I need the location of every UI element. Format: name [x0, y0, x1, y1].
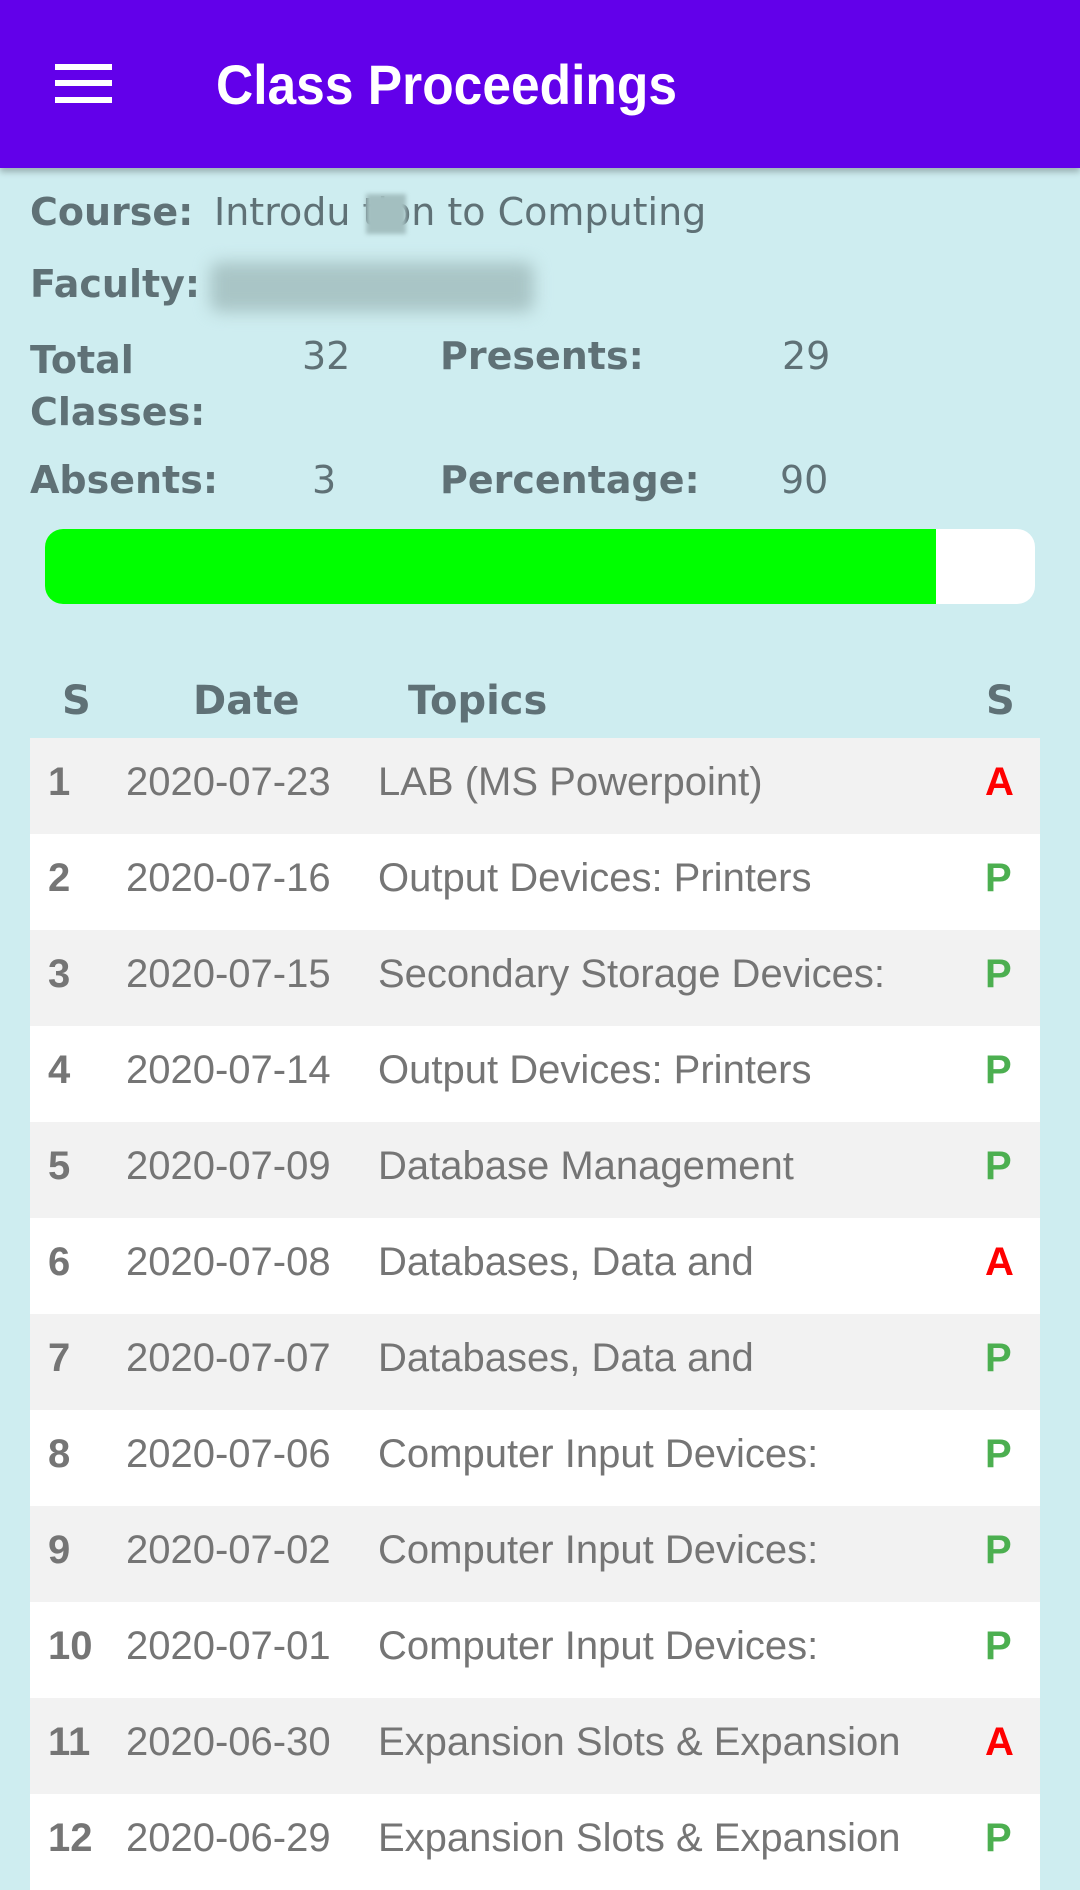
class-date: 2020-07-02 [126, 1528, 331, 1572]
class-date: 2020-07-15 [126, 952, 331, 996]
serial-number: 9 [48, 1528, 71, 1572]
total-classes-label: Total Classes: [30, 338, 206, 434]
course-value: Introdu tion to Computing [214, 190, 707, 234]
serial-number: 10 [48, 1624, 93, 1668]
class-date: 2020-07-01 [126, 1624, 331, 1668]
absents-value: 3 [312, 458, 337, 502]
table-row[interactable]: 8 2020-07-06 Computer Input Devices: P [30, 1410, 1040, 1506]
class-topic: Output Devices: Printers [378, 856, 812, 900]
class-date: 2020-07-07 [126, 1336, 331, 1380]
class-topic: Databases, Data and [378, 1240, 754, 1284]
attendance-status: A [985, 1720, 1014, 1764]
table-row[interactable]: 5 2020-07-09 Database Management P [30, 1122, 1040, 1218]
attendance-status: P [985, 1432, 1012, 1476]
header-status: S [986, 678, 1015, 724]
attendance-status: A [985, 1240, 1014, 1284]
table-row[interactable]: 2 2020-07-16 Output Devices: Printers P [30, 834, 1040, 930]
header-serial: S [62, 678, 91, 724]
total-classes-value: 32 [302, 334, 351, 378]
serial-number: 1 [48, 760, 71, 804]
attendance-status: P [985, 1336, 1012, 1380]
class-date: 2020-07-23 [126, 760, 331, 804]
class-date: 2020-07-09 [126, 1144, 331, 1188]
class-topic: Secondary Storage Devices: [378, 952, 885, 996]
serial-number: 6 [48, 1240, 71, 1284]
attendance-status: P [985, 1144, 1012, 1188]
class-topic: LAB (MS Powerpoint) [378, 760, 763, 804]
attendance-status: P [985, 1816, 1012, 1860]
class-topic: Expansion Slots & Expansion [378, 1816, 901, 1860]
attendance-status: P [985, 856, 1012, 900]
serial-number: 8 [48, 1432, 71, 1476]
attendance-status: P [985, 1048, 1012, 1092]
progress-fill [45, 529, 936, 604]
percentage-label: Percentage: [440, 458, 700, 502]
table-row[interactable]: 4 2020-07-14 Output Devices: Printers P [30, 1026, 1040, 1122]
table-row[interactable]: 3 2020-07-15 Secondary Storage Devices: P [30, 930, 1040, 1026]
table-row[interactable]: 12 2020-06-29 Expansion Slots & Expansion P [30, 1794, 1040, 1890]
menu-line [55, 97, 112, 103]
table-row[interactable]: 7 2020-07-07 Databases, Data and P [30, 1314, 1040, 1410]
header-topics: Topics [408, 678, 548, 724]
serial-number: 11 [48, 1720, 91, 1764]
app-bar: Class Proceedings [0, 0, 1080, 168]
serial-number: 12 [48, 1816, 93, 1860]
presents-label: Presents: [440, 334, 644, 378]
presents-value: 29 [782, 334, 831, 378]
class-topic: Computer Input Devices: [378, 1624, 819, 1668]
class-date: 2020-06-29 [126, 1816, 331, 1860]
header-date: Date [193, 678, 300, 724]
class-topic: Expansion Slots & Expansion [378, 1720, 901, 1764]
class-topic: Databases, Data and [378, 1336, 754, 1380]
faculty-value-blurred [210, 262, 534, 312]
serial-number: 3 [48, 952, 71, 996]
serial-number: 5 [48, 1144, 71, 1188]
class-topic: Computer Input Devices: [378, 1528, 819, 1572]
absents-label: Absents: [30, 458, 219, 502]
class-topic: Computer Input Devices: [378, 1432, 819, 1476]
serial-number: 2 [48, 856, 71, 900]
table-header: S Date Topics S [0, 670, 1080, 736]
percentage-value: 90 [780, 458, 829, 502]
table-row[interactable]: 1 2020-07-23 LAB (MS Powerpoint) A [30, 738, 1040, 834]
menu-line [55, 64, 112, 70]
table-row[interactable]: 9 2020-07-02 Computer Input Devices: P [30, 1506, 1040, 1602]
class-date: 2020-06-30 [126, 1720, 331, 1764]
hamburger-menu-icon[interactable] [40, 52, 128, 116]
faculty-label: Faculty: [30, 262, 201, 306]
redacted-text [366, 194, 406, 234]
page-title: Class Proceedings [216, 53, 678, 116]
attendance-table: 1 2020-07-23 LAB (MS Powerpoint) A 2 2020-07-… [30, 738, 1040, 1890]
attendance-progress-bar [45, 529, 1035, 604]
class-topic: Output Devices: Printers [378, 1048, 812, 1092]
serial-number: 7 [48, 1336, 71, 1380]
class-topic: Database Management [378, 1144, 794, 1188]
table-row[interactable]: 11 2020-06-30 Expansion Slots & Expansion A [30, 1698, 1040, 1794]
table-row[interactable]: 6 2020-07-08 Databases, Data and A [30, 1218, 1040, 1314]
class-date: 2020-07-08 [126, 1240, 331, 1284]
class-date: 2020-07-14 [126, 1048, 331, 1092]
attendance-status: A [985, 760, 1014, 804]
attendance-status: P [985, 1528, 1012, 1572]
table-row[interactable]: 10 2020-07-01 Computer Input Devices: P [30, 1602, 1040, 1698]
serial-number: 4 [48, 1048, 71, 1092]
attendance-status: P [985, 1624, 1012, 1668]
class-date: 2020-07-16 [126, 856, 331, 900]
menu-line [55, 80, 112, 86]
class-date: 2020-07-06 [126, 1432, 331, 1476]
attendance-status: P [985, 952, 1012, 996]
course-label: Course: [30, 190, 194, 234]
